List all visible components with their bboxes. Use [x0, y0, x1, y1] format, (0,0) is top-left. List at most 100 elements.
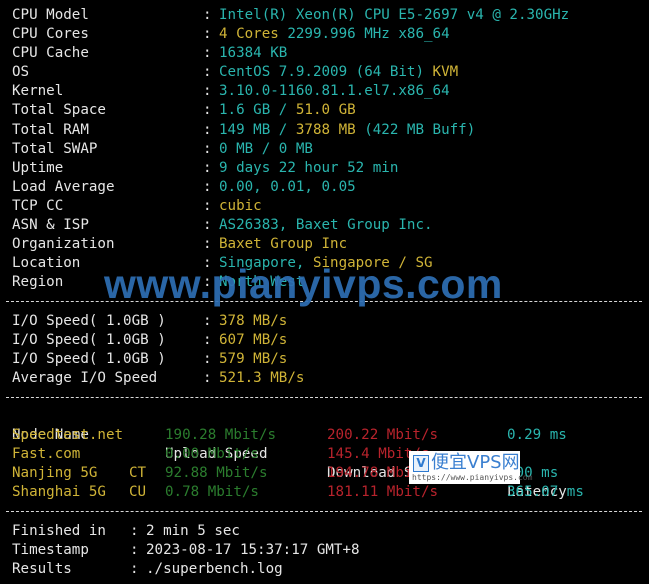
value-part: 2299.996 MHz x86_64 [287, 26, 450, 43]
value-part: cubic [219, 197, 262, 214]
info-row: Organization: Baxet Group Inc [12, 235, 642, 254]
node-name: Nanjing 5G [12, 465, 98, 482]
info-value: cubic [219, 197, 262, 216]
watermark-logo: V 便宜VPS网 https://www.pianyivps.com [409, 451, 532, 484]
io-row: I/O Speed( 1.0GB ):579 MB/s [12, 350, 642, 369]
summary-label: Timestamp [12, 541, 89, 558]
separator-line [6, 388, 642, 407]
isp-tag: CT [129, 465, 147, 482]
info-value: 3.10.0-1160.81.1.el7.x86_64 [219, 82, 450, 101]
info-value: 0.00, 0.01, 0.05 [219, 178, 356, 197]
separator-colon: : [130, 522, 139, 539]
node-name: Shanghai 5G [12, 484, 106, 501]
separator-colon: : [203, 236, 212, 253]
io-value: 521.3 MB/s [219, 369, 305, 386]
value-part: 16384 KB [219, 45, 288, 62]
separator-colon: : [203, 102, 212, 119]
info-value: 4 Cores 2299.996 MHz x86_64 [219, 25, 450, 44]
info-label: TCP CC [12, 197, 64, 214]
watermark-text: www.pianyivps.com [104, 261, 503, 307]
summary-label: Results [12, 560, 72, 577]
value-part: 51.0 GB [295, 102, 356, 119]
upload-speed: 0.00 Mbit/s [165, 446, 259, 463]
io-row: Average I/O Speed:521.3 MB/s [12, 369, 642, 388]
separator-colon: : [203, 159, 212, 176]
separator-colon: : [203, 312, 212, 329]
io-label: Average I/O Speed [12, 369, 158, 386]
value-part: 0 MB / 0 MB [219, 140, 313, 157]
info-label: Load Average [12, 178, 115, 195]
separator-colon: : [203, 83, 212, 100]
logo-v-icon: V [413, 455, 429, 472]
summary-value: 2 min 5 sec [146, 522, 240, 539]
node-name: Fast.com [12, 446, 81, 463]
info-row: CPU Cache:16384 KB [12, 44, 642, 63]
info-value: CentOS 7.9.2009 (64 Bit) KVM [219, 63, 458, 82]
info-value: Intel(R) Xeon(R) CPU E5-2697 v4 @ 2.30GH… [219, 6, 569, 25]
summary-row: Results: ./superbench.log [12, 560, 642, 579]
io-value: 378 MB/s [219, 312, 288, 329]
separator-colon: : [203, 369, 212, 386]
download-speed: 200.22 Mbit/s [327, 427, 439, 444]
isp-tag: CU [129, 484, 147, 501]
info-row: CPU Model: Intel(R) Xeon(R) CPU E5-2697 v… [12, 6, 642, 25]
info-label: CPU Cores [12, 26, 89, 43]
info-row: Total SWAP:0 MB / 0 MB [12, 140, 642, 159]
node-name: Speedtest.net [12, 427, 124, 444]
speedtest-header-row: Node Name Upload Speed Download Speed La… [12, 407, 642, 500]
info-row: Uptime:9 days 22 hour 52 min [12, 159, 642, 178]
summary-label: Finished in [12, 522, 106, 539]
info-row: Kernel:3.10.0-1160.81.1.el7.x86_64 [12, 82, 642, 101]
logo-title: 便宜VPS网 [431, 452, 520, 473]
info-label: Total Space [12, 102, 106, 119]
info-row: OS: CentOS 7.9.2009 (64 Bit) KVM [12, 63, 642, 82]
value-part: Baxet Group Inc [219, 236, 348, 253]
io-value: 579 MB/s [219, 350, 288, 367]
separator-line [6, 502, 642, 521]
separator-colon: : [203, 45, 212, 62]
io-label: I/O Speed( 1.0GB ) [12, 312, 166, 329]
info-label: Region [12, 274, 64, 291]
info-row: CPU Cores:4 Cores 2299.996 MHz x86_64 [12, 25, 642, 44]
separator-colon: : [203, 350, 212, 367]
info-row: Load Average:0.00, 0.01, 0.05 [12, 178, 642, 197]
value-part: CentOS 7.9.2009 (64 Bit) [219, 64, 433, 81]
info-label: Total SWAP [12, 140, 98, 157]
value-part: 3788 MB [295, 121, 356, 138]
info-label: OS [12, 64, 30, 81]
upload-speed: 92.88 Mbit/s [165, 465, 268, 482]
info-value: 149 MB / 3788 MB (422 MB Buff) [219, 121, 475, 140]
value-part: 4 Cores [219, 26, 288, 43]
value-part: KVM [432, 64, 459, 81]
summary-row: Finished in:2 min 5 sec [12, 522, 642, 541]
separator-colon: : [203, 26, 212, 43]
io-row: I/O Speed( 1.0GB ):378 MB/s [12, 312, 642, 331]
info-label: Kernel [12, 83, 64, 100]
separator-colon: : [203, 197, 212, 214]
value-part: 3.10.0-1160.81.1.el7.x86_64 [219, 83, 450, 100]
value-part: (422 MB Buff) [355, 121, 476, 138]
latency: 0.29 ms [507, 427, 567, 444]
info-row: TCP CC: cubic [12, 197, 642, 216]
value-part: 149 MB / [219, 121, 296, 138]
info-row: ASN & ISP: AS26383, Baxet Group Inc. [12, 216, 642, 235]
io-label: I/O Speed( 1.0GB ) [12, 331, 166, 348]
speedtest-row: Fast.com 0.00 Mbit/s 145.4 Mbit/s [12, 445, 642, 464]
io-speed-section: I/O Speed( 1.0GB ):378 MB/s I/O Speed( 1.… [12, 312, 642, 388]
separator-colon: : [130, 560, 139, 577]
summary-value: ./superbench.log [146, 560, 283, 577]
info-label: Uptime [12, 159, 64, 176]
info-label: Location [12, 255, 81, 272]
io-value: 607 MB/s [219, 331, 288, 348]
separator-colon: : [203, 64, 212, 81]
info-label: Organization [12, 236, 115, 253]
value-part: Intel(R) Xeon(R) CPU E5-2697 v4 @ 2.30GH… [219, 7, 570, 23]
download-speed: 181.11 Mbit/s [327, 484, 439, 501]
separator-colon: : [130, 541, 139, 558]
separator-colon: : [203, 7, 212, 23]
separator-colon: : [203, 121, 212, 138]
speedtest-row: Speedtest.net 190.28 Mbit/s 200.22 Mbit/s 0… [12, 426, 642, 445]
speedtest-row: Nanjing 5G CT 92.88 Mbit/s 194.78 Mbit/s …00… [12, 464, 642, 483]
io-label: I/O Speed( 1.0GB ) [12, 350, 166, 367]
summary-value: 2023-08-17 15:37:17 GMT+8 [146, 541, 360, 558]
